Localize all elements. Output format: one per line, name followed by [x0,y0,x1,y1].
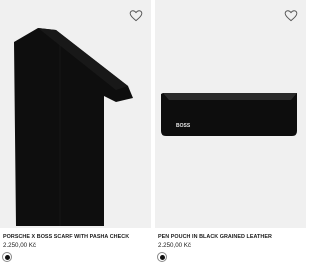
product-image[interactable] [0,0,151,228]
scarf-image [14,28,133,226]
pen-pouch-image: BOSS [161,93,297,136]
wishlist-heart-icon[interactable] [284,9,298,23]
wishlist-heart-icon[interactable] [129,9,143,23]
color-swatch-black[interactable] [2,252,12,262]
brand-logo-text: BOSS [176,123,191,129]
product-grid: PORSCHE X BOSS SCARF WITH PASHA CHECK 2.… [0,0,306,270]
product-image[interactable]: BOSS [155,0,306,228]
product-card-pen-pouch[interactable]: BOSS PEN POUCH IN BLACK GRAINED LEATHER … [155,0,306,270]
color-swatch-black[interactable] [157,252,167,262]
swatch-color-dot [159,254,165,260]
product-title[interactable]: PORSCHE X BOSS SCARF WITH PASHA CHECK [3,234,129,240]
product-price: 2.250,00 Kč [158,242,192,249]
swatch-color-dot [4,254,10,260]
product-card-scarf[interactable]: PORSCHE X BOSS SCARF WITH PASHA CHECK 2.… [0,0,151,270]
product-price: 2.250,00 Kč [3,242,37,249]
product-title[interactable]: PEN POUCH IN BLACK GRAINED LEATHER [158,234,272,240]
